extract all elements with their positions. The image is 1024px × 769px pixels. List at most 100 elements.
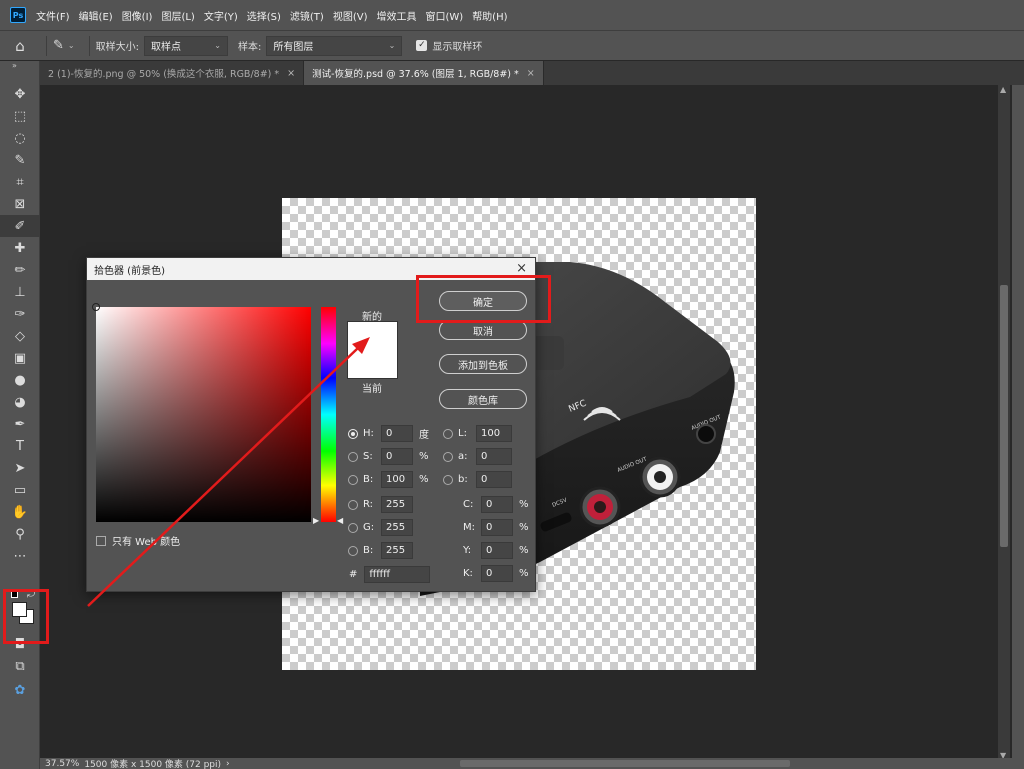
menu-help[interactable]: 帮助(H) <box>472 8 507 23</box>
lab-a-input[interactable]: 0 <box>476 448 512 465</box>
hue-label: H: <box>363 428 374 439</box>
lab-a-radio[interactable] <box>443 451 453 462</box>
yellow-input[interactable]: 0 <box>481 542 513 559</box>
menu-window[interactable]: 窗口(W) <box>425 8 463 23</box>
hue-radio[interactable] <box>348 428 358 439</box>
path-select-icon[interactable]: ➤ <box>0 457 40 479</box>
magenta-field-row: M: 0 % <box>463 519 531 536</box>
menu-layer[interactable]: 图层(L) <box>161 8 194 23</box>
stamp-icon[interactable]: ⊥ <box>0 281 40 303</box>
blue-radio[interactable] <box>348 545 358 556</box>
red-radio[interactable] <box>348 499 358 510</box>
text-icon[interactable]: T <box>0 435 40 457</box>
screen-mode-icon[interactable]: ⧉ <box>0 655 40 677</box>
frame-icon[interactable]: ⊠ <box>0 193 40 215</box>
cyan-input[interactable]: 0 <box>481 496 513 513</box>
menu-filter[interactable]: 滤镜(T) <box>290 8 324 23</box>
generative-icon[interactable]: ✿ <box>0 679 40 701</box>
green-input[interactable]: 255 <box>381 519 413 536</box>
eyedropper-icon[interactable]: ✐ <box>0 215 40 237</box>
hue-input[interactable]: 0 <box>381 425 413 442</box>
blur-icon[interactable]: ● <box>0 369 40 391</box>
zoom-icon[interactable]: ⚲ <box>0 523 40 545</box>
hand-icon[interactable]: ✋ <box>0 501 40 523</box>
scroll-up-icon[interactable]: ▲ <box>1000 85 1006 94</box>
menu-edit[interactable]: 编辑(E) <box>79 8 113 23</box>
saturation-input[interactable]: 0 <box>381 448 413 465</box>
scroll-thumb[interactable] <box>1000 285 1008 547</box>
collapse-icon[interactable]: » <box>0 61 39 73</box>
foreground-color-swatch[interactable] <box>12 602 27 617</box>
eraser-icon[interactable]: ◇ <box>0 325 40 347</box>
close-icon[interactable]: × <box>527 68 535 79</box>
menu-plugins[interactable]: 增效工具 <box>376 8 416 23</box>
cyan-unit: % <box>519 499 529 510</box>
close-icon[interactable]: × <box>516 261 527 276</box>
web-colors-only-checkbox[interactable]: 只有 Web 颜色 <box>96 533 180 548</box>
quick-select-icon[interactable]: ✎ <box>0 149 40 171</box>
eyedropper-preset-icon[interactable]: ✎ <box>53 38 64 53</box>
show-sampling-ring-checkbox[interactable]: ✓ 显示取样环 <box>416 38 482 53</box>
lab-l-input[interactable]: 100 <box>476 425 512 442</box>
hue-slider-arrow-left-icon[interactable]: ◀ <box>337 516 343 525</box>
magenta-input[interactable]: 0 <box>481 519 513 536</box>
tab-label: 2 (1)-恢复的.png @ 50% (换成这个衣服, RGB/8#) * <box>48 69 280 80</box>
hue-slider-arrow-right-icon[interactable]: ▶ <box>313 516 319 525</box>
tab-document-2[interactable]: 测试-恢复的.psd @ 37.6% (图层 1, RGB/8#) * × <box>304 61 544 85</box>
tab-document-1[interactable]: 2 (1)-恢复的.png @ 50% (换成这个衣服, RGB/8#) * × <box>40 61 305 85</box>
black-field-row: K: 0 % <box>463 565 531 582</box>
black-input[interactable]: 0 <box>481 565 513 582</box>
menu-file[interactable]: 文件(F) <box>36 8 70 23</box>
yellow-label: Y: <box>463 545 472 556</box>
lasso-icon[interactable]: ◌ <box>0 127 40 149</box>
hue-slider[interactable] <box>321 307 336 522</box>
ok-button[interactable]: 确定 <box>439 291 527 311</box>
hex-input[interactable]: ffffff <box>364 566 431 583</box>
current-color-swatch[interactable] <box>348 351 397 378</box>
rectangle-icon[interactable]: ▭ <box>0 479 40 501</box>
horizontal-scroll-thumb[interactable] <box>460 760 790 767</box>
home-icon[interactable]: ⌂ <box>0 31 40 61</box>
brush-icon[interactable]: ✏ <box>0 259 40 281</box>
sample-size-select[interactable]: 取样点 ⌄ <box>143 35 228 56</box>
brightness-input[interactable]: 100 <box>381 471 413 488</box>
healing-brush-icon[interactable]: ✚ <box>0 237 40 259</box>
cancel-button[interactable]: 取消 <box>439 320 527 340</box>
gradient-icon[interactable]: ▣ <box>0 347 40 369</box>
preset-chevron-icon[interactable]: ⌄ <box>68 41 75 50</box>
status-arrow-icon[interactable]: › <box>226 759 230 769</box>
zoom-level[interactable]: 37.57% <box>45 759 79 769</box>
color-field[interactable] <box>92 303 311 522</box>
lab-b-input[interactable]: 0 <box>476 471 512 488</box>
history-brush-icon[interactable]: ✑ <box>0 303 40 325</box>
marquee-icon[interactable]: ⬚ <box>0 105 40 127</box>
hex-field-row: # ffffff <box>349 566 431 583</box>
brightness-radio[interactable] <box>348 474 358 485</box>
close-icon[interactable]: × <box>287 68 295 79</box>
blue-input[interactable]: 255 <box>381 542 413 559</box>
swap-colors-icon[interactable]: ⤾ <box>27 589 35 600</box>
lab-l-radio[interactable] <box>443 428 453 439</box>
more-icon[interactable]: ⋯ <box>0 545 40 567</box>
color-libraries-button[interactable]: 颜色库 <box>439 389 527 409</box>
saturation-radio[interactable] <box>348 451 358 462</box>
pen-icon[interactable]: ✒ <box>0 413 40 435</box>
quick-mask-icon[interactable]: ◘ <box>0 633 40 655</box>
crop-icon[interactable]: ⌗ <box>0 171 40 193</box>
menu-type[interactable]: 文字(Y) <box>204 8 238 23</box>
default-colors-icon[interactable] <box>11 591 18 598</box>
dialog-titlebar[interactable]: 拾色器 (前景色) × <box>87 258 535 280</box>
menu-image[interactable]: 图像(I) <box>122 8 153 23</box>
green-radio[interactable] <box>348 522 358 533</box>
add-to-swatches-button[interactable]: 添加到色板 <box>439 354 527 374</box>
lab-b-radio[interactable] <box>443 474 453 485</box>
red-label: R: <box>363 499 374 510</box>
menu-view[interactable]: 视图(V) <box>333 8 368 23</box>
color-field-cursor[interactable] <box>92 303 100 311</box>
move-icon[interactable]: ✥ <box>0 83 40 105</box>
vertical-scrollbar[interactable]: ▲ ▼ <box>998 85 1010 760</box>
menu-select[interactable]: 选择(S) <box>247 8 281 23</box>
sample-select[interactable]: 所有图层 ⌄ <box>266 35 403 56</box>
dodge-icon[interactable]: ◕ <box>0 391 40 413</box>
red-input[interactable]: 255 <box>381 496 413 513</box>
